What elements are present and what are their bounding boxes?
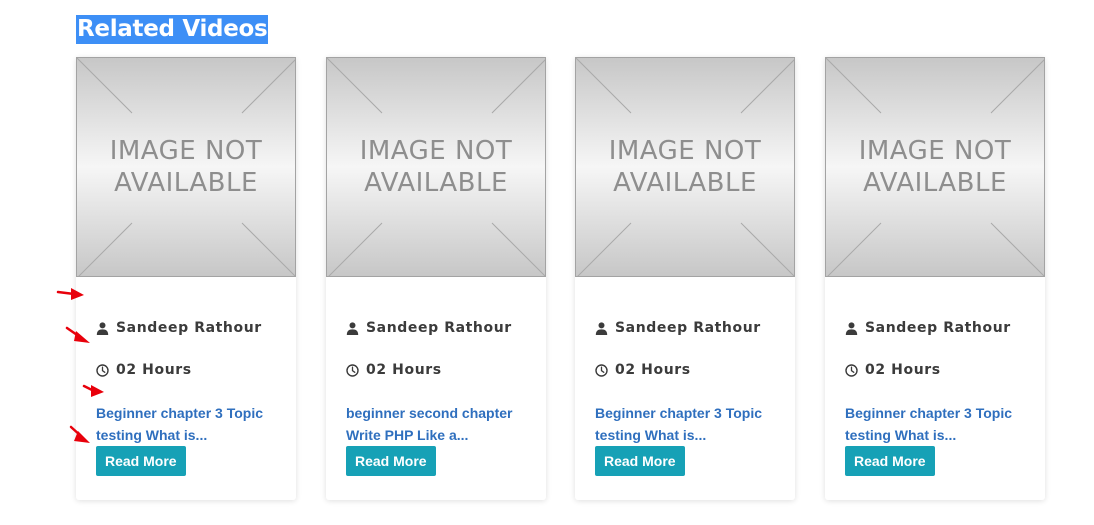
- clock-icon: [96, 363, 109, 377]
- red-arrow-icon: [56, 288, 84, 300]
- image-not-available-text: IMAGE NOT AVAILABLE: [858, 136, 1012, 198]
- video-author: Sandeep Rathour: [595, 320, 761, 336]
- red-arrow-icon: [69, 425, 90, 443]
- read-more-button[interactable]: Read More: [595, 446, 685, 476]
- clock-icon: [346, 363, 359, 377]
- video-card: IMAGE NOT AVAILABLE Sandeep Rathour 02 H…: [825, 57, 1045, 500]
- image-not-available-text: IMAGE NOT AVAILABLE: [109, 136, 263, 198]
- author-name: Sandeep Rathour: [865, 320, 1011, 336]
- duration-text: 02 Hours: [366, 362, 442, 378]
- video-title-link[interactable]: Beginner chapter 3 Topic testing What is…: [595, 402, 775, 446]
- duration-text: 02 Hours: [615, 362, 691, 378]
- author-name: Sandeep Rathour: [366, 320, 512, 336]
- video-card: IMAGE NOT AVAILABLE Sandeep Rathour 02 H…: [326, 57, 546, 500]
- user-icon: [595, 321, 608, 335]
- video-thumbnail-placeholder[interactable]: IMAGE NOT AVAILABLE: [76, 57, 296, 277]
- video-duration: 02 Hours: [346, 362, 442, 378]
- video-author: Sandeep Rathour: [346, 320, 512, 336]
- video-thumbnail-placeholder[interactable]: IMAGE NOT AVAILABLE: [326, 57, 546, 277]
- related-videos-page: Related Videos IMAGE NOT AVAILABLE Sande…: [0, 0, 1094, 525]
- video-duration: 02 Hours: [595, 362, 691, 378]
- user-icon: [96, 321, 109, 335]
- section-title: Related Videos: [76, 15, 269, 44]
- duration-text: 02 Hours: [865, 362, 941, 378]
- video-title-link[interactable]: beginner second chapter Write PHP Like a…: [346, 402, 526, 446]
- duration-text: 02 Hours: [116, 362, 192, 378]
- video-thumbnail-placeholder[interactable]: IMAGE NOT AVAILABLE: [575, 57, 795, 277]
- author-name: Sandeep Rathour: [615, 320, 761, 336]
- clock-icon: [595, 363, 608, 377]
- video-duration: 02 Hours: [845, 362, 941, 378]
- video-thumbnail-placeholder[interactable]: IMAGE NOT AVAILABLE: [825, 57, 1045, 277]
- read-more-button[interactable]: Read More: [96, 446, 186, 476]
- read-more-button[interactable]: Read More: [845, 446, 935, 476]
- video-duration: 02 Hours: [96, 362, 192, 378]
- image-not-available-text: IMAGE NOT AVAILABLE: [608, 136, 762, 198]
- video-author: Sandeep Rathour: [96, 320, 262, 336]
- red-arrow-icon: [65, 326, 90, 343]
- user-icon: [346, 321, 359, 335]
- video-card: IMAGE NOT AVAILABLE Sandeep Rathour 02 H…: [575, 57, 795, 500]
- read-more-button[interactable]: Read More: [346, 446, 436, 476]
- user-icon: [845, 321, 858, 335]
- red-arrow-icon: [82, 384, 104, 397]
- video-author: Sandeep Rathour: [845, 320, 1011, 336]
- video-title-link[interactable]: Beginner chapter 3 Topic testing What is…: [845, 402, 1025, 446]
- video-title-link[interactable]: Beginner chapter 3 Topic testing What is…: [96, 402, 276, 446]
- video-card: IMAGE NOT AVAILABLE Sandeep Rathour 02 H…: [76, 57, 296, 500]
- author-name: Sandeep Rathour: [116, 320, 262, 336]
- clock-icon: [845, 363, 858, 377]
- image-not-available-text: IMAGE NOT AVAILABLE: [359, 136, 513, 198]
